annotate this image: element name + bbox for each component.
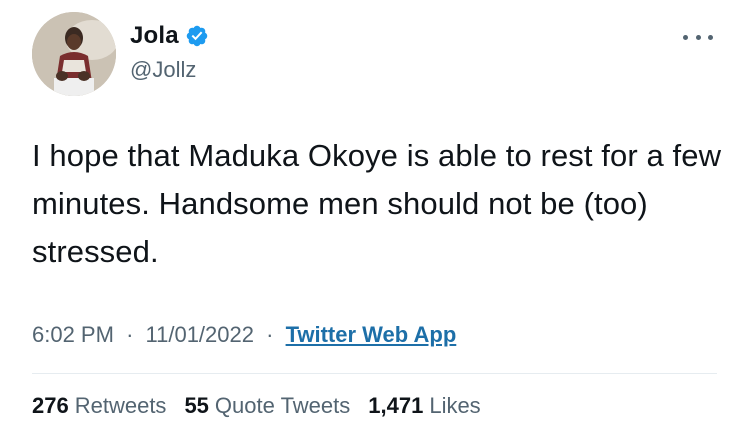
likes-label: Likes <box>429 393 481 418</box>
tweet-card: Jola @Jollz I hope that Maduka Okoye is … <box>0 0 747 427</box>
more-horizontal-icon[interactable] <box>683 30 713 44</box>
more-dot <box>695 34 701 40</box>
more-dot <box>683 34 688 40</box>
quote-tweets-label: Quote Tweets <box>214 393 351 418</box>
retweets-label: Retweets <box>74 393 167 418</box>
separator: · <box>126 322 134 347</box>
separator: · <box>266 322 274 347</box>
likes-stat[interactable]: 1,471 Likes <box>368 393 480 419</box>
more-dot <box>708 34 713 40</box>
tweet-date[interactable]: 11/01/2022 <box>146 322 254 347</box>
author-handle[interactable]: @Jollz <box>130 57 196 83</box>
quote-tweets-count: 55 <box>184 393 209 418</box>
retweets-count: 276 <box>32 393 69 418</box>
tweet-time[interactable]: 6:02 PM <box>32 322 114 347</box>
quote-tweets-stat[interactable]: 55 Quote Tweets <box>184 393 350 419</box>
verified-badge-icon <box>186 25 208 47</box>
avatar-photo <box>32 12 116 96</box>
tweet-stats: 276 Retweets 55 Quote Tweets 1,471 Likes <box>32 393 481 419</box>
tweet-metadata: 6:02 PM · 11/01/2022 · Twitter Web App <box>32 322 456 348</box>
tweet-text: I hope that Maduka Okoye is able to rest… <box>32 138 722 269</box>
author-display-name[interactable]: Jola <box>130 22 179 50</box>
retweets-stat[interactable]: 276 Retweets <box>32 393 166 419</box>
divider <box>32 373 717 374</box>
author-name-row[interactable]: Jola <box>130 22 209 50</box>
tweet-source-link[interactable]: Twitter Web App <box>286 322 457 347</box>
avatar[interactable] <box>32 12 116 96</box>
likes-count: 1,471 <box>368 393 424 418</box>
